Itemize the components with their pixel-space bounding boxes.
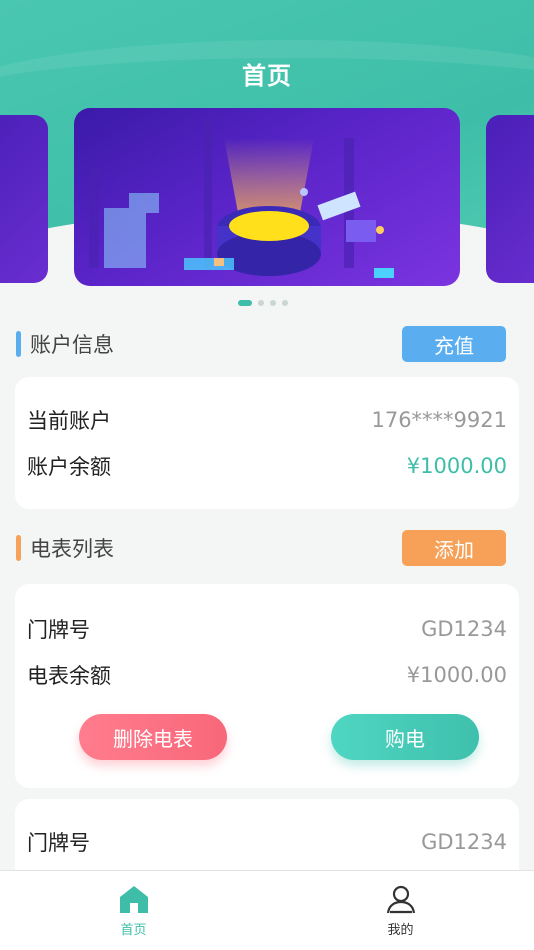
meter-balance-value: ¥1000.00 bbox=[406, 663, 507, 687]
meter-section-header: 电表列表 添加 bbox=[16, 530, 506, 566]
tab-home-label: 首页 bbox=[120, 923, 147, 938]
meter-section-title: 电表列表 bbox=[30, 537, 114, 561]
meter-door-row: 门牌号 GD1234 bbox=[27, 606, 507, 652]
home-icon bbox=[119, 886, 148, 913]
tab-home[interactable]: 首页 bbox=[0, 871, 267, 950]
account-balance-value: ¥1000.00 bbox=[406, 454, 507, 478]
current-account-value: 176****9921 bbox=[371, 408, 507, 432]
carousel-next-slide[interactable] bbox=[486, 115, 534, 283]
account-balance-row: 账户余额 ¥1000.00 bbox=[27, 443, 507, 489]
current-account-label: 当前账户 bbox=[27, 409, 111, 433]
meter-door-label: 门牌号 bbox=[27, 618, 90, 642]
meter-balance-label: 电表余额 bbox=[27, 664, 111, 688]
page-title: 首页 bbox=[242, 62, 292, 90]
account-balance-label: 账户余额 bbox=[27, 455, 111, 479]
add-meter-button[interactable]: 添加 bbox=[402, 530, 506, 566]
tab-mine-label: 我的 bbox=[387, 923, 414, 938]
tab-mine[interactable]: 我的 bbox=[267, 871, 534, 950]
carousel-dot[interactable] bbox=[282, 300, 288, 306]
current-account-row: 当前账户 176****9921 bbox=[27, 397, 507, 443]
meter-balance-row: 电表余额 ¥1000.00 bbox=[27, 652, 507, 698]
section-accent-bar bbox=[16, 331, 21, 357]
carousel-dot[interactable] bbox=[270, 300, 276, 306]
carousel-dot-active[interactable] bbox=[238, 300, 252, 306]
account-section-header: 账户信息 充值 bbox=[16, 326, 506, 362]
meter-door-value: GD1234 bbox=[421, 617, 507, 641]
user-icon bbox=[386, 885, 415, 914]
buy-electricity-button[interactable]: 购电 bbox=[331, 714, 479, 760]
carousel-banner[interactable] bbox=[74, 108, 460, 286]
meter-actions: 删除电表 购电 bbox=[27, 714, 507, 784]
carousel-prev-slide[interactable] bbox=[0, 115, 48, 283]
carousel-indicator bbox=[238, 300, 288, 306]
account-card: 当前账户 176****9921 账户余额 ¥1000.00 bbox=[15, 377, 519, 509]
carousel-dot[interactable] bbox=[258, 300, 264, 306]
meter-door-row: 门牌号 GD1234 bbox=[27, 819, 507, 865]
meter-door-label: 门牌号 bbox=[27, 831, 90, 855]
section-accent-bar bbox=[16, 535, 21, 561]
banner-illustration bbox=[89, 118, 394, 278]
delete-meter-button[interactable]: 删除电表 bbox=[79, 714, 227, 760]
recharge-button[interactable]: 充值 bbox=[402, 326, 506, 362]
account-section-title: 账户信息 bbox=[30, 333, 114, 357]
bottom-tab-bar: 首页 我的 bbox=[0, 870, 534, 950]
meter-card: 门牌号 GD1234 电表余额 ¥1000.00 删除电表 购电 bbox=[15, 584, 519, 788]
meter-door-value: GD1234 bbox=[421, 830, 507, 854]
